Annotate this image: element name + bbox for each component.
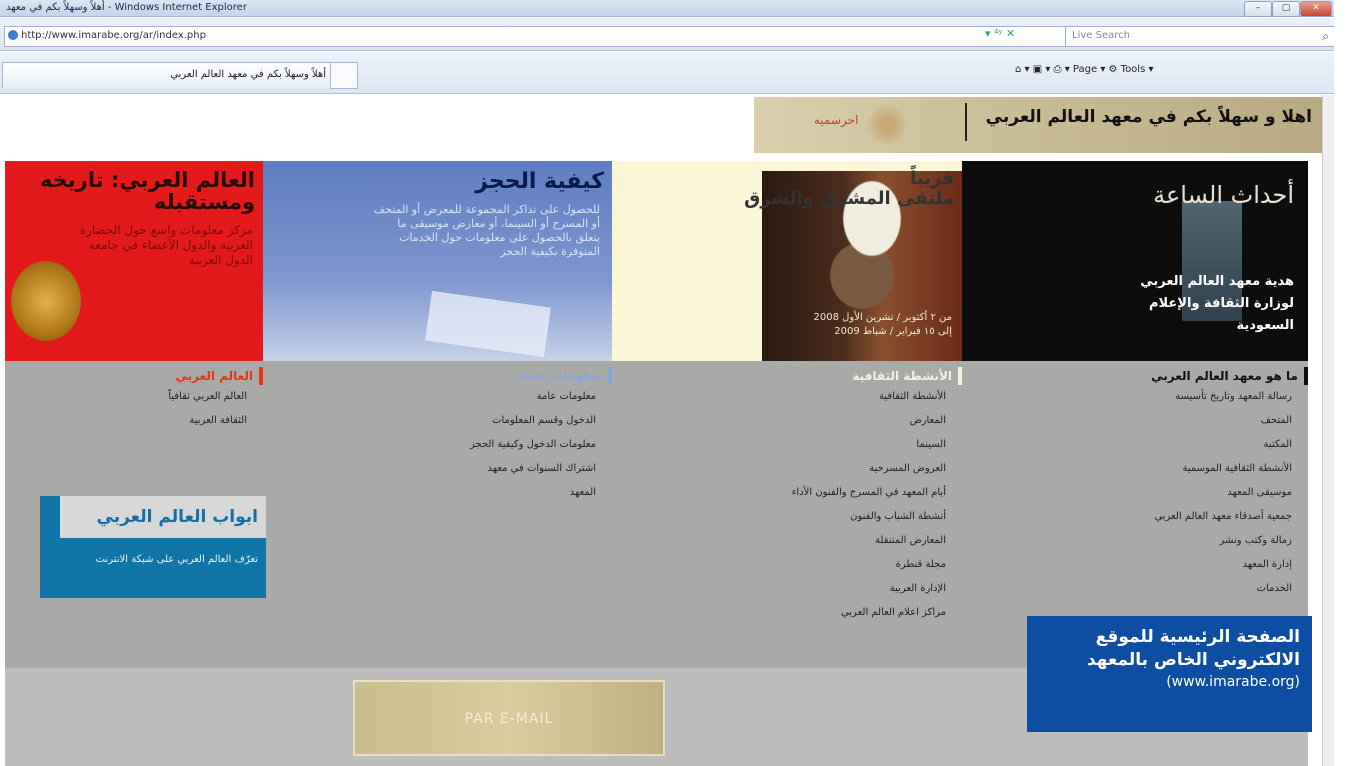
list-item[interactable]: معلومات الدخول وكيفية الحجز bbox=[263, 433, 612, 457]
column-about-institute: ما هو معهد العالم العربي رسالة المعهد وت… bbox=[962, 367, 1308, 601]
caption-line2: الالكتروني الخاص بالمعهد bbox=[1086, 650, 1300, 670]
header-banner: احرسميه اهلا و سهلاً بكم في معهد العالم … bbox=[754, 97, 1322, 153]
list-item[interactable]: السينما bbox=[612, 433, 962, 457]
window-title: أهلاً وسهلاً بكم في معهد - Windows Inter… bbox=[6, 2, 247, 13]
portals-title: ابواب العالم العربي bbox=[60, 496, 266, 538]
list-item[interactable]: الثقافة العربية bbox=[5, 409, 263, 433]
panel-title: كيفية الحجز bbox=[475, 169, 604, 194]
list-item[interactable]: زمالة وكتب ونشر bbox=[962, 529, 1308, 553]
address-toolbar: http://www.imarabe.org/ar/index.php ▾ ⁴ʸ… bbox=[0, 18, 1336, 51]
list-item[interactable]: معلومات عامة bbox=[263, 385, 612, 409]
command-bar: أهلاً وسهلاً بكم في معهد العالم العربي ⌂… bbox=[0, 52, 1334, 94]
portals-description: تعرّف العالم العربي على شبكة الانترنت bbox=[95, 554, 258, 565]
figure-caption-box: الصفحة الرئيسية للموقع الالكتروني الخاص … bbox=[1027, 616, 1312, 732]
list-item[interactable]: رسالة المعهد وتاريخ تأسيسه bbox=[962, 385, 1308, 409]
column-heading[interactable]: معلومات عامة bbox=[263, 367, 612, 385]
list-item[interactable]: جمعية أصدقاء معهد العالم العربي bbox=[962, 505, 1308, 529]
minimize-button[interactable]: – bbox=[1244, 1, 1272, 17]
close-window-button[interactable]: ✕ bbox=[1300, 1, 1332, 17]
panel-booking[interactable]: كيفية الحجز للحصول على تذاكر المجموعة لل… bbox=[263, 161, 612, 361]
tab-label: أهلاً وسهلاً بكم في معهد العالم العربي bbox=[170, 69, 326, 80]
list-item[interactable]: مراكز اعلام العالم العربي bbox=[612, 601, 962, 625]
list-item[interactable]: الدخول وقسم المعلومات bbox=[263, 409, 612, 433]
list-item[interactable]: المعارض المتنقلة bbox=[612, 529, 962, 553]
column-heading[interactable]: ما هو معهد العالم العربي bbox=[962, 367, 1308, 385]
list-item[interactable]: الخدمات bbox=[962, 577, 1308, 601]
search-placeholder: Live Search bbox=[1072, 30, 1130, 41]
list-item[interactable]: أيام المعهد في المسرح والفنون الأداء bbox=[612, 481, 962, 505]
maximize-button[interactable]: ▢ bbox=[1272, 1, 1300, 17]
panel-description: هدية معهد العالم العربي لوزارة الثقافة و… bbox=[1074, 271, 1294, 337]
panel-title-line2: ملتقى المشرق والشرق bbox=[744, 188, 954, 209]
command-bar-items[interactable]: ⌂ ▾ ▣ ▾ ⎙ ▾ Page ▾ ⚙ Tools ▾ bbox=[1015, 64, 1154, 75]
column-heading[interactable]: الأنشطة الثقافية bbox=[612, 367, 962, 385]
list-item[interactable]: اشتراك السنوات في معهد bbox=[263, 457, 612, 481]
caption-line2: إلى ١٥ فبراير / شباط 2009 bbox=[834, 326, 952, 337]
panel-description: مركز معلومات واسع حول الحضارة العربية وا… bbox=[79, 223, 253, 267]
ie-page-icon bbox=[8, 30, 18, 40]
caption-line1: من ٢ أكتوبر / تشرين الأول 2008 bbox=[813, 312, 952, 323]
list-item[interactable]: مجلة قنطرة bbox=[612, 553, 962, 577]
url-text: http://www.imarabe.org/ar/index.php bbox=[21, 30, 206, 41]
address-field[interactable]: http://www.imarabe.org/ar/index.php bbox=[4, 26, 1067, 47]
list-item[interactable]: المكتبة bbox=[962, 433, 1308, 457]
new-tab-button[interactable] bbox=[330, 62, 358, 89]
column-heading[interactable]: العالم العربي bbox=[5, 367, 263, 385]
list-item[interactable]: موسيقى المعهد bbox=[962, 481, 1308, 505]
list-item[interactable]: الإدارة العربية bbox=[612, 577, 962, 601]
window-title-bar: أهلاً وسهلاً بكم في معهد - Windows Inter… bbox=[0, 0, 1334, 17]
email-button[interactable]: PAR E-MAIL bbox=[353, 680, 665, 756]
panel-title: أحداث الساعة bbox=[1153, 181, 1294, 209]
panel-caption: من ٢ أكتوبر / تشرين الأول 2008 إلى ١٥ فب… bbox=[762, 311, 952, 339]
column-arab-world: العالم العربي العالم العربي ثقافياً الثق… bbox=[5, 367, 263, 433]
panel-title-line1: قريباً bbox=[910, 168, 954, 189]
search-input[interactable]: Live Search ⌕ bbox=[1065, 26, 1336, 47]
vertical-scrollbar[interactable] bbox=[1322, 95, 1334, 766]
list-item[interactable]: العروض المسرحية bbox=[612, 457, 962, 481]
arab-world-portals-box[interactable]: ابواب العالم العربي تعرّف العالم العربي … bbox=[40, 496, 266, 598]
panel-arab-world[interactable]: العالم العربي: تاريخه ومستقبله مركز معلو… bbox=[5, 161, 263, 361]
browser-tab[interactable]: أهلاً وسهلاً بكم في معهد العالم العربي bbox=[2, 62, 335, 88]
description-line3: السعودية bbox=[1236, 318, 1295, 333]
list-item[interactable]: المعارض bbox=[612, 409, 962, 433]
panel-description: للحصول على تذاكر المجموعة للمعرض أو المت… bbox=[373, 203, 600, 258]
list-item[interactable]: أنشطة الشباب والفنون bbox=[612, 505, 962, 529]
description-line1: هدية معهد العالم العربي bbox=[1140, 274, 1294, 289]
list-item[interactable]: العالم العربي ثقافياً bbox=[5, 385, 263, 409]
list-item[interactable]: الأنشطة الثقافية bbox=[612, 385, 962, 409]
column-cultural-activities: الأنشطة الثقافية الأنشطة الثقافية المعار… bbox=[612, 367, 962, 625]
banner-divider bbox=[965, 103, 967, 141]
welcome-heading: اهلا و سهلاً بكم في معهد العالم العربي bbox=[985, 107, 1312, 127]
refresh-stop-controls[interactable]: ▾ ⁴ʸ ✕ bbox=[985, 27, 1015, 40]
astrolabe-image bbox=[11, 261, 81, 341]
list-item[interactable]: إدارة المعهد bbox=[962, 553, 1308, 577]
list-item[interactable]: المتحف bbox=[962, 409, 1308, 433]
column-general-info: معلومات عامة معلومات عامة الدخول وقسم ال… bbox=[263, 367, 612, 505]
banner-ornament bbox=[859, 105, 915, 145]
panel-title: العالم العربي: تاريخه ومستقبله bbox=[40, 168, 255, 214]
panel-current-events[interactable]: أحداث الساعة هدية معهد العالم العربي لوز… bbox=[962, 161, 1308, 361]
list-item[interactable]: الأنشطة الثقافية الموسمية bbox=[962, 457, 1308, 481]
list-item[interactable]: المعهد bbox=[263, 481, 612, 505]
panel-title: قريباً ملتقى المشرق والشرق bbox=[744, 169, 954, 209]
ticket-image bbox=[425, 290, 551, 358]
language-link[interactable]: احرسميه bbox=[814, 113, 858, 127]
search-icon[interactable]: ⌕ bbox=[1322, 27, 1329, 45]
caption-url: (www.imarabe.org) bbox=[1166, 674, 1300, 690]
panel-coming-soon[interactable]: قريباً ملتقى المشرق والشرق من ٢ أكتوبر /… bbox=[612, 161, 962, 361]
caption-line1: الصفحة الرئيسية للموقع bbox=[1095, 627, 1300, 647]
right-margin bbox=[1334, 0, 1362, 766]
description-line2: لوزارة الثقافة والإعلام bbox=[1149, 296, 1294, 311]
